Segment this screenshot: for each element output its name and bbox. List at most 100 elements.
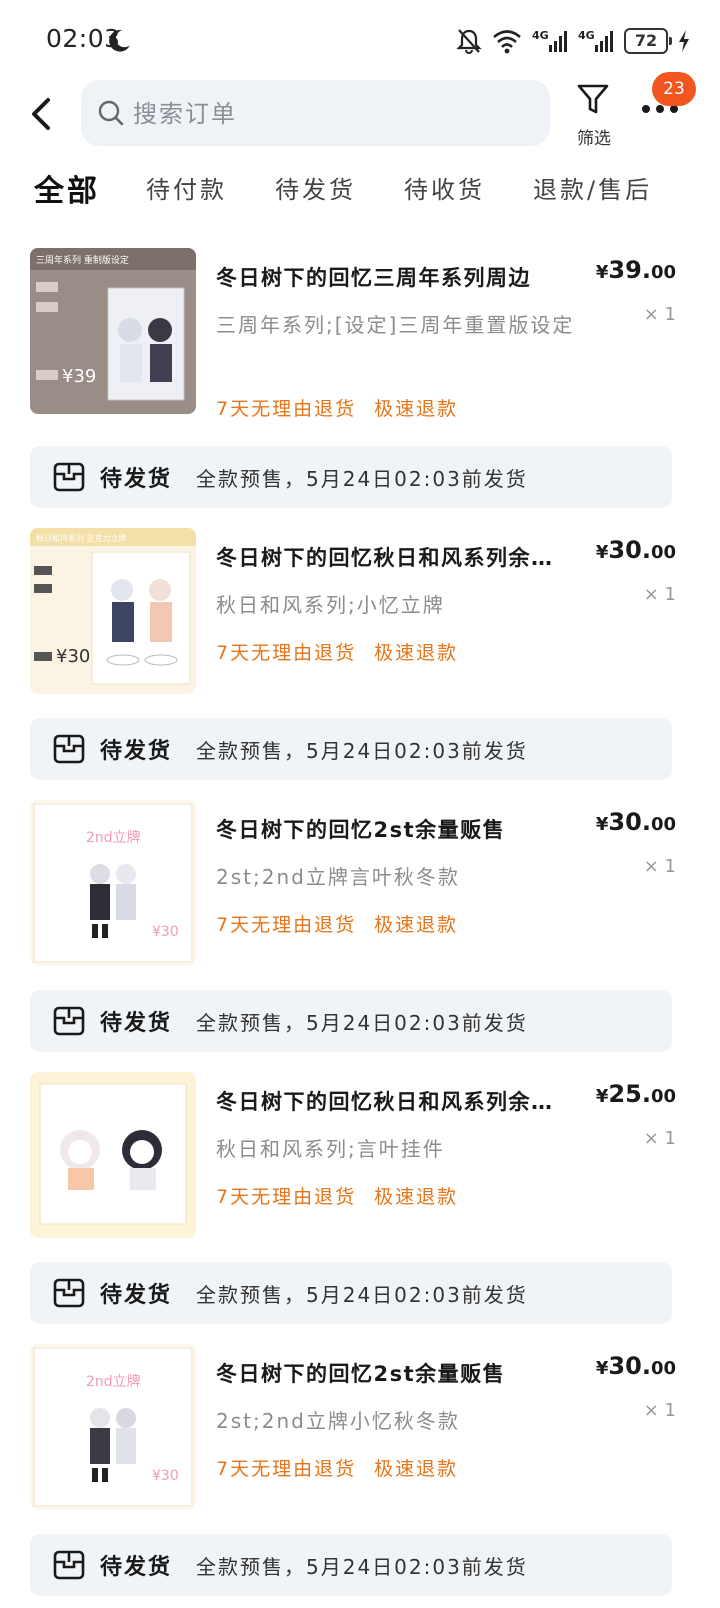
tag-no-reason-return: 7天无理由退货 [216, 1186, 357, 1208]
price-currency: ¥ [595, 814, 609, 835]
tag-no-reason-return: 7天无理由退货 [216, 914, 357, 936]
product-thumbnail[interactable]: 三周年系列 重制版设定 ¥39 [30, 248, 196, 414]
price-decimal: 00 [650, 262, 676, 283]
price-decimal: 00 [650, 542, 676, 563]
price-integer: 25. [608, 1080, 651, 1108]
shipping-status: 待发货 [100, 1283, 173, 1308]
product-quantity: × 1 [643, 584, 676, 605]
thumb-caption: 2nd立牌 [86, 829, 141, 846]
tab-pending-shipment[interactable]: 待发货 [275, 170, 356, 205]
tag-fast-refund: 极速退款 [374, 642, 459, 664]
tab-pending-payment[interactable]: 待付款 [146, 170, 227, 205]
product-quantity: × 1 [643, 1128, 676, 1149]
filter-label: 筛选 [577, 129, 611, 149]
tab-refund-aftersale[interactable]: 退款/售后 [533, 170, 652, 205]
price-integer: 30. [608, 808, 651, 836]
shipping-status: 待发货 [100, 739, 173, 764]
thumb-caption: 秋日和风系列 亚克力立牌 [36, 533, 127, 543]
price-currency: ¥ [595, 1086, 609, 1107]
shipping-note: 全款预售，5月24日02:03前发货 [196, 1011, 528, 1035]
order-item[interactable]: 秋日和风系列 亚克力立牌 ¥30 冬日树下的回忆秋日和风系列余… 秋日和风系列;… [0, 528, 720, 698]
back-button[interactable] [22, 92, 66, 136]
product-title: 冬日树下的回忆三周年系列周边 [216, 266, 531, 290]
shipping-status-bar[interactable]: 待发货 全款预售，5月24日02:03前发货 [30, 718, 672, 780]
tag-fast-refund: 极速退款 [374, 1186, 459, 1208]
moon-icon [109, 29, 130, 52]
product-thumbnail[interactable] [30, 1072, 196, 1238]
signal-4g-icon-2: 4G [578, 29, 613, 52]
shipping-status-bar[interactable]: 待发货 全款预售，5月24日02:03前发货 [30, 446, 672, 508]
tag-no-reason-return: 7天无理由退货 [216, 398, 357, 420]
tag-no-reason-return: 7天无理由退货 [216, 1458, 357, 1480]
tab-all[interactable]: 全部 [34, 166, 100, 210]
product-title: 冬日树下的回忆秋日和风系列余… [216, 1090, 554, 1114]
service-tags: 7天无理由退货 极速退款 [216, 638, 458, 665]
order-item[interactable]: 2nd立牌 ¥30 冬日树下的回忆2st余量贩售 2st;2nd立牌言叶秋冬款 … [0, 800, 720, 970]
product-price: ¥25.00 [596, 1080, 676, 1108]
filter-funnel-icon [577, 84, 609, 114]
shipping-status-bar[interactable]: 待发货 全款预售，5月24日02:03前发货 [30, 1534, 672, 1596]
status-icons: 4G 4G 72 [456, 26, 690, 56]
product-spec: 秋日和风系列;小忆立牌 [216, 593, 445, 617]
order-item[interactable]: 冬日树下的回忆秋日和风系列余… 秋日和风系列;言叶挂件 7天无理由退货 极速退款 … [0, 1072, 720, 1242]
shipping-note: 全款预售，5月24日02:03前发货 [196, 1555, 528, 1579]
price-decimal: 00 [650, 814, 676, 835]
price-decimal: 00 [650, 1358, 676, 1379]
product-quantity: × 1 [643, 304, 676, 325]
service-tags: 7天无理由退货 极速退款 [216, 910, 458, 937]
service-tags: 7天无理由退货 极速退款 [216, 1454, 458, 1481]
shipping-status-bar[interactable]: 待发货 全款预售，5月24日02:03前发货 [30, 990, 672, 1052]
product-title: 冬日树下的回忆2st余量贩售 [216, 1362, 506, 1386]
service-tags: 7天无理由退货 极速退款 [216, 1182, 458, 1209]
message-count-badge: 23 [652, 72, 696, 106]
tag-fast-refund: 极速退款 [374, 398, 459, 420]
search-icon [98, 100, 124, 126]
order-item[interactable]: 2nd立牌 ¥30 冬日树下的回忆2st余量贩售 2st;2nd立牌小忆秋冬款 … [0, 1344, 720, 1514]
product-thumbnail[interactable]: 2nd立牌 ¥30 [30, 800, 196, 966]
charging-icon [679, 30, 689, 52]
price-integer: 30. [608, 1352, 651, 1380]
signal-4g-icon: 4G [532, 29, 567, 52]
price-currency: ¥ [595, 542, 609, 563]
wifi-icon [493, 30, 521, 54]
tag-fast-refund: 极速退款 [374, 914, 459, 936]
product-title: 冬日树下的回忆秋日和风系列余… [216, 546, 554, 570]
shipping-status: 待发货 [100, 1011, 173, 1036]
thumb-price: ¥30 [152, 1468, 179, 1484]
battery-indicator: 72 [624, 28, 672, 54]
package-box-icon [53, 1550, 85, 1580]
shipping-note: 全款预售，5月24日02:03前发货 [196, 1283, 528, 1307]
order-status-tabs: 全部 待付款 待发货 待收货 退款/售后 [0, 170, 720, 220]
price-currency: ¥ [595, 1358, 609, 1379]
order-list-screen: 02:03 4G 4G 72 搜索订单 筛选 23 全部 待付款 待发货 待收货… [0, 0, 720, 1608]
svg-text:4G: 4G [578, 29, 595, 42]
product-quantity: × 1 [643, 856, 676, 877]
thumb-caption: 2nd立牌 [86, 1373, 141, 1390]
thumb-price: ¥39 [62, 366, 96, 387]
product-spec: 2st;2nd立牌小忆秋冬款 [216, 1409, 460, 1433]
product-price: ¥39.00 [596, 256, 676, 284]
tag-no-reason-return: 7天无理由退货 [216, 642, 357, 664]
price-integer: 39. [608, 256, 651, 284]
product-quantity: × 1 [643, 1400, 676, 1421]
thumb-caption: 三周年系列 重制版设定 [36, 254, 129, 266]
product-thumbnail[interactable]: 秋日和风系列 亚克力立牌 ¥30 [30, 528, 196, 694]
search-box[interactable] [81, 80, 550, 146]
package-box-icon [53, 734, 85, 764]
tab-pending-receipt[interactable]: 待收货 [404, 170, 485, 205]
product-thumbnail[interactable]: 2nd立牌 ¥30 [30, 1344, 196, 1510]
mute-bell-icon [456, 29, 482, 54]
product-spec: 2st;2nd立牌言叶秋冬款 [216, 865, 460, 889]
price-integer: 30. [608, 536, 651, 564]
product-price: ¥30.00 [596, 808, 676, 836]
order-item[interactable]: 三周年系列 重制版设定 ¥39 冬日树下的回忆三周年系列周边 三周年系列;[设定… [0, 248, 720, 421]
package-box-icon [53, 1278, 85, 1308]
product-title: 冬日树下的回忆2st余量贩售 [216, 818, 506, 842]
shipping-note: 全款预售，5月24日02:03前发货 [196, 739, 528, 763]
svg-text:4G: 4G [532, 29, 549, 42]
tag-fast-refund: 极速退款 [374, 1458, 459, 1480]
search-input[interactable] [133, 94, 533, 134]
service-tags: 7天无理由退货 极速退款 [216, 394, 458, 421]
shipping-status-bar[interactable]: 待发货 全款预售，5月24日02:03前发货 [30, 1262, 672, 1324]
shipping-status: 待发货 [100, 1555, 173, 1580]
